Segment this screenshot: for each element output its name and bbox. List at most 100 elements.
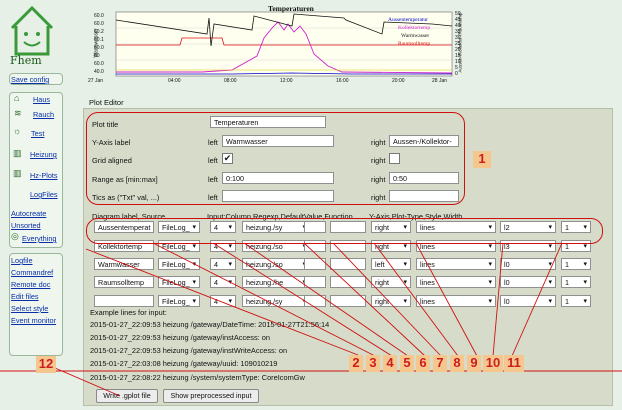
row-width-value: 1 — [565, 297, 569, 306]
row-style-select[interactable]: l0 ▾ — [500, 276, 556, 288]
row-blank-input[interactable] — [330, 295, 366, 307]
sidebar-item-unsorted[interactable]: Unsorted — [11, 221, 41, 230]
y-left-tick: 60.0 — [94, 21, 104, 27]
row-regexp-value: heizung./so — [246, 260, 283, 269]
y-left-tick: 60.0 — [94, 61, 104, 67]
chevron-down-icon: ▾ — [228, 279, 232, 286]
row-source-value: FileLog_ — [162, 297, 190, 306]
temperature-plot[interactable]: Temperaturen 60.0 60.0 60.2 60.1 60.0 80… — [88, 4, 463, 86]
sidebar-item-test[interactable]: Test — [31, 129, 44, 138]
row-style-select[interactable]: l0 ▾ — [500, 295, 556, 307]
chevron-down-icon: ▾ — [488, 279, 492, 286]
example-line: 2015-01-27_22:09:53 heizung /gateway/Dat… — [90, 320, 330, 329]
sidebar-item-heizung[interactable]: Heizung — [30, 150, 57, 159]
row-type-select[interactable]: lines ▾ — [416, 295, 496, 307]
annotation-9: 9 — [467, 355, 481, 372]
example-line: 2015-01-27_22:03:08 heizung /gateway/uui… — [90, 359, 278, 368]
chevron-down-icon: ▾ — [583, 279, 587, 286]
annotation-3: 3 — [366, 355, 380, 372]
row-source-select[interactable]: FileLog_ ▾ — [158, 295, 200, 307]
legend-entry: Kollektortemp — [398, 25, 431, 31]
row-source-select[interactable]: FileLog_ ▾ — [158, 276, 200, 288]
row-yaxis-select[interactable]: right ▾ — [371, 295, 411, 307]
example-line: 2015-01-27_22:09:53 heizung /gateway/ins… — [90, 346, 288, 355]
row-col-select[interactable]: 4 ▾ — [210, 276, 236, 288]
example-line: 2015-01-27_22:08:22 heizung /system/syst… — [90, 373, 305, 382]
sidebar-item-everything[interactable]: Everything — [22, 234, 56, 243]
sidebar-item-edit-files[interactable]: Edit files — [11, 292, 39, 301]
row-type-select[interactable]: lines ▾ — [416, 258, 496, 270]
annotation-box-row — [86, 218, 603, 244]
house-icon: ⌂ — [14, 93, 20, 103]
legend-entry: Warmwasser — [401, 33, 430, 39]
row-label-input[interactable]: Warmwasser — [94, 258, 154, 270]
sidebar-item-rauch[interactable]: Rauch — [33, 110, 54, 119]
row-label-input[interactable] — [94, 295, 154, 307]
sidebar-item-logfiles[interactable]: LogFiles — [30, 190, 58, 199]
row-blank-input[interactable] — [304, 295, 326, 307]
row-width-select[interactable]: 1 ▾ — [561, 258, 591, 270]
row-col-value: 4 — [214, 297, 218, 306]
row-yaxis-select[interactable]: left ▾ — [371, 258, 411, 270]
row-label-input[interactable]: Raumsolltemp — [94, 276, 154, 288]
row-blank-input[interactable] — [330, 258, 366, 270]
x-tick: 27 Jan — [88, 78, 104, 84]
row-blank-input[interactable] — [304, 258, 326, 270]
sidebar-item-hz-plots[interactable]: Hz-Plots — [30, 171, 58, 180]
example-line: 2015-01-27_22:09:53 heizung /gateway/ins… — [90, 333, 270, 342]
annotation-4: 4 — [383, 355, 397, 372]
row-style-select[interactable]: l0 ▾ — [500, 258, 556, 270]
lamp-icon: ☼ — [13, 126, 22, 136]
chevron-down-icon: ▾ — [403, 261, 407, 268]
sidebar-item-autocreate[interactable]: Autocreate — [11, 209, 46, 218]
row-col-select[interactable]: 4 ▾ — [210, 258, 236, 270]
sidebar-item-remote-doc[interactable]: Remote doc — [11, 280, 50, 289]
sidebar-item-event-monitor[interactable]: Event monitor — [11, 316, 56, 325]
row-yaxis-value: right — [375, 297, 389, 306]
chevron-down-icon: ▾ — [192, 298, 196, 305]
sidebar: Fhem Save config ⌂ Haus ≋ Rauch ☼ Test ▥… — [0, 0, 68, 410]
chevron-down-icon: ▾ — [403, 298, 407, 305]
save-config-link[interactable]: Save config — [11, 75, 49, 84]
row-style-value: l0 — [504, 260, 510, 269]
row-regexp-select[interactable]: heizung./he▾ — [242, 276, 310, 288]
editor-heading: Plot Editor — [89, 98, 124, 107]
row-width-select[interactable]: 1 ▾ — [561, 276, 591, 288]
row-label-value: Raumsolltemp — [98, 278, 144, 287]
y-right-label: Aussen-/Kollektor-/Raumtemp — [457, 12, 463, 73]
example-header: Example lines for input: — [90, 308, 167, 317]
row-regexp-select[interactable]: heizung./so▾ — [242, 258, 310, 270]
row-yaxis-select[interactable]: right ▾ — [371, 276, 411, 288]
annotation-7: 7 — [433, 355, 447, 372]
row-type-value: lines — [420, 278, 435, 287]
annotation-6: 6 — [416, 355, 430, 372]
annotation-11: 11 — [504, 355, 524, 372]
sidebar-item-commandref[interactable]: Commandref — [11, 268, 53, 277]
row-type-select[interactable]: lines ▾ — [416, 276, 496, 288]
plot-title: Temperaturen — [268, 4, 314, 13]
row-col-value: 4 — [214, 278, 218, 287]
show-preprocessed-button[interactable]: Show preprocessed input — [163, 389, 259, 403]
x-tick: 16:00 — [336, 78, 349, 84]
row-source-select[interactable]: FileLog_ ▾ — [158, 258, 200, 270]
annotation-2: 2 — [349, 355, 363, 372]
row-blank-input[interactable] — [304, 276, 326, 288]
row-source-value: FileLog_ — [162, 260, 190, 269]
row-col-select[interactable]: 4 ▾ — [210, 295, 236, 307]
radiator-icon: ▥ — [13, 148, 22, 158]
x-tick: 28 Jan — [432, 78, 448, 84]
row-blank-input[interactable] — [330, 276, 366, 288]
x-tick: 04:00 — [168, 78, 181, 84]
sidebar-item-haus[interactable]: Haus — [33, 95, 50, 104]
annotation-10: 10 — [483, 355, 503, 372]
row-regexp-select[interactable]: heizung./sy▾ — [242, 295, 310, 307]
sidebar-item-logfile[interactable]: Logfile — [11, 256, 33, 265]
chevron-down-icon: ▾ — [548, 279, 552, 286]
legend-entry: Raumsolltemp — [398, 41, 431, 47]
write-gplot-button[interactable]: Write .gplot file — [96, 389, 158, 403]
sidebar-item-select-style[interactable]: Select style — [11, 304, 48, 313]
legend-entry: Aussentemperatur — [388, 17, 429, 23]
row-width-select[interactable]: 1 ▾ — [561, 295, 591, 307]
annotation-1: 1 — [473, 151, 491, 168]
chevron-down-icon: ▾ — [403, 279, 407, 286]
